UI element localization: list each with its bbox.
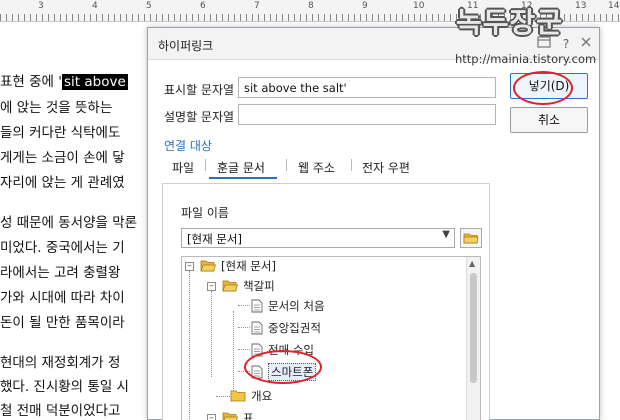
dialog-title: 하이퍼링크 [158,39,214,53]
open-folder-icon [200,260,216,272]
tab-email[interactable]: 전자 우편 [362,159,410,176]
tree-item-label: 문서의 처음 [268,299,325,313]
tree-item[interactable]: 책갈피 [222,277,275,295]
document-tree[interactable]: – [현재 문서] – 책갈피 문서의 처음 중앙집권적 전매 수입 스마트폰 … [181,256,481,420]
collapse-icon[interactable]: – [207,414,216,420]
doc-line: 자리에 앉는 게 관례였 [0,175,125,191]
tree-scrollbar[interactable]: ▲ [466,257,480,420]
hangul-document-panel: 파일 이름 [현재 문서] ▼ – [현재 문서] – 책갈피 문서의 처음 중… [162,183,490,420]
ruler-number: 10 [413,1,425,11]
insert-button[interactable]: 넣기(D) [510,73,588,99]
tree-row[interactable]: 개요 [182,387,462,405]
cancel-button[interactable]: 취소 [510,107,588,133]
tree-row[interactable]: 스마트폰 [182,363,462,381]
ruler-number: 14 [608,1,620,11]
document-icon [251,321,263,335]
doc-line: 현대의 재정회계가 정 [0,355,121,371]
tree-row[interactable]: 문서의 처음 [182,297,462,315]
scrollbar-thumb[interactable] [470,273,477,383]
doc-line: 게게는 소금이 손에 닿 [0,150,125,166]
tab-separator [351,159,352,171]
doc-line: 에 앉는 것을 뜻하는 [0,100,113,116]
open-folder-button[interactable] [460,228,482,248]
doc-line: 표현 중에 ' sit above [0,70,128,90]
ruler-number: 13 [575,1,587,11]
ruler-number: 9 [362,1,368,11]
description-field[interactable] [238,104,496,125]
tree-item-label: 개요 [251,389,273,403]
hyperlink-dialog: 하이퍼링크 ? 표시할 문자열 sit above the salt' 설명할 … [147,27,600,420]
tree-item-selected[interactable]: 스마트폰 [251,363,317,381]
tab-file[interactable]: 파일 [172,159,194,176]
close-icon[interactable] [578,36,594,52]
doc-line: 철 전매 덕분이었다고 [0,403,121,419]
tree-item[interactable]: [현재 문서] [200,257,276,275]
display-text-label: 표시할 문자열 [164,83,235,97]
collapse-icon[interactable]: – [207,282,216,291]
tree-item-label: 책갈피 [243,279,275,293]
active-tab-indicator [209,177,277,179]
tree-item-label: [현재 문서] [221,259,276,273]
selected-text[interactable]: sit above [61,74,128,90]
collapse-icon[interactable]: – [185,262,194,271]
tree-item[interactable]: 문서의 처음 [251,297,325,315]
doc-line: 들의 커다란 식탁에도 [0,125,121,141]
open-folder-icon [222,280,238,292]
file-name-select[interactable]: [현재 문서] ▼ [181,228,455,248]
tree-item[interactable]: 표 [222,409,254,420]
tree-item[interactable]: 중앙집권적 [251,319,321,337]
display-text-field[interactable]: sit above the salt' [238,77,496,98]
doc-line: 미었다. 중국에서는 기 [0,240,125,256]
tree-item-label: 표 [243,411,254,420]
doc-line: 돈이 될 만한 품목이라 [0,315,125,331]
document-icon [251,343,263,357]
tree-item-label: 중앙집권적 [268,321,321,335]
tab-separator [286,159,287,171]
doc-line-text: 표현 중에 ' [0,74,62,90]
document-icon [251,365,263,379]
link-target-group-title: 연결 대상 [164,139,212,153]
ruler-number: 8 [308,1,314,11]
document-body[interactable]: 표현 중에 ' sit above 에 앉는 것을 뜻하는 들의 커다란 식탁에도… [0,22,150,420]
doc-line: 가와 시대에 따라 차이 [0,290,125,306]
tree-item[interactable]: 전매 수입 [251,341,314,359]
tree-item-label: 전매 수입 [268,343,314,357]
doc-line: 했다. 진시황의 통일 시 [0,379,129,395]
open-folder-icon [222,412,238,420]
doc-line: 라에서는 고려 충렬왕 [0,265,121,281]
tree-row[interactable]: – 책갈피 [182,277,462,295]
ruler-number: 3 [38,1,44,11]
tab-hangul-document[interactable]: 훈글 문서 [217,159,265,176]
tab-web-address[interactable]: 웹 주소 [298,159,335,176]
tree-item[interactable]: 개요 [230,387,272,405]
ruler-number: 6 [200,1,206,11]
tab-separator [205,159,206,171]
watermark-logo: 녹두장군 [456,6,564,39]
folder-icon [463,233,479,244]
file-name-label: 파일 이름 [181,206,229,220]
watermark-url: http://mainia.tistory.com [455,52,597,66]
scroll-up-icon[interactable]: ▲ [469,259,475,268]
doc-line: 성 때문에 동서양을 막론 [0,215,138,231]
ruler-number: 7 [254,1,260,11]
file-name-select-value: [현재 문서] [187,232,242,246]
tree-row[interactable]: 전매 수입 [182,341,462,359]
tree-row[interactable]: – 표 [182,409,462,420]
description-label: 설명할 문자열 [164,110,235,124]
document-icon [251,299,263,313]
ruler-number: 4 [92,1,98,11]
folder-icon [230,390,246,402]
link-target-tabs: 파일 훈글 문서 웹 주소 전자 우편 [162,156,502,180]
tree-item-label: 스마트폰 [268,363,317,381]
tree-row[interactable]: – [현재 문서] [182,257,462,275]
chevron-down-icon: ▼ [442,229,450,240]
ruler-number: 5 [146,1,152,11]
tree-row[interactable]: 중앙집권적 [182,319,462,337]
